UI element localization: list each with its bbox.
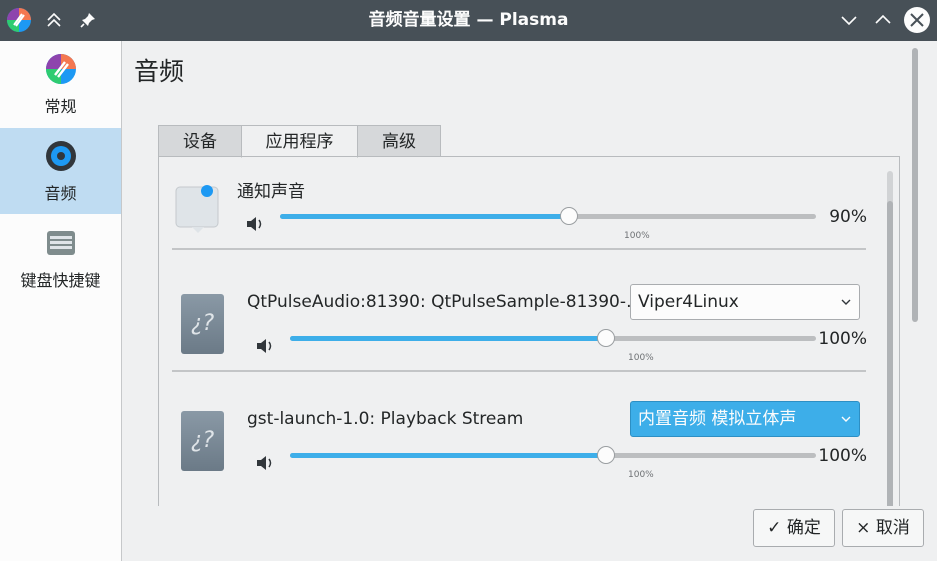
sidebar-item-label: 音频 [44,184,77,203]
sidebar: 常规 音频 键盘快捷键 [0,41,122,561]
sidebar-item-shortcuts[interactable]: 键盘快捷键 [0,215,121,301]
slider-fill [280,214,570,219]
tab-devices[interactable]: 设备 [158,125,242,157]
slider-handle[interactable] [560,207,579,225]
volume-slider[interactable] [290,445,816,465]
chevron-down-icon [841,299,851,305]
speaker-icon[interactable] [255,337,275,355]
stream-name: gst-launch-1.0: Playback Stream [247,409,524,429]
page-scrollbar[interactable] [912,48,918,322]
unknown-app-icon: ¿? [181,294,224,354]
slider-fill [290,453,606,458]
plasma-logo-icon [46,54,76,84]
slider-fill [290,336,606,341]
tab-advanced[interactable]: 高级 [357,125,441,157]
maximize-icon[interactable] [870,7,896,33]
slider-handle[interactable] [596,446,615,464]
scrollbar-thumb[interactable] [887,201,893,506]
selected-device: 内置音频 模拟立体声 [638,409,797,429]
cancel-button[interactable]: × 取消 [842,509,924,547]
tab-applications[interactable]: 应用程序 [241,125,358,158]
sidebar-item-label: 常规 [44,97,77,116]
ok-button[interactable]: ✓ 确定 [753,509,835,547]
keyboard-icon [47,231,75,255]
unknown-app-icon: ¿? [181,411,224,471]
audio-settings-icon [46,141,76,171]
sidebar-item-label: 键盘快捷键 [20,271,101,290]
selected-device: Viper4Linux [638,292,739,312]
volume-slider[interactable] [280,206,816,226]
hundred-percent-tick: 100% [628,353,654,363]
speaker-icon[interactable] [245,215,265,233]
row-divider [172,248,866,250]
stream-name: 通知声音 [237,182,305,202]
chevron-down-icon [841,416,851,422]
volume-percent: 100% [818,329,867,349]
hundred-percent-tick: 100% [624,231,650,241]
volume-percent: 100% [818,446,867,466]
stream-name: QtPulseAudio:81390: QtPulseSample-81390-… [247,292,643,312]
output-device-select[interactable]: 内置音频 模拟立体声 [630,401,860,437]
output-device-select[interactable]: Viper4Linux [630,284,860,320]
volume-percent: 90% [829,207,867,227]
speaker-icon[interactable] [255,454,275,472]
title-bar: 音频音量设置 — Plasma [0,0,937,41]
close-window-button[interactable] [904,7,930,33]
streams-scrollbar[interactable] [887,171,893,506]
volume-slider[interactable] [290,328,816,348]
slider-handle[interactable] [596,329,615,347]
streams-panel: 通知声音 100% 90% ¿? QtPulseAudio:81390: QtP… [158,156,900,506]
close-icon [910,13,924,27]
hundred-percent-tick: 100% [628,470,654,480]
notification-icon [175,185,219,233]
sidebar-item-general[interactable]: 常规 [0,41,121,127]
minimize-icon[interactable] [836,7,862,33]
row-divider [172,370,866,372]
sidebar-item-audio[interactable]: 音频 [0,128,121,214]
page-title: 音频 [134,57,185,86]
window-title: 音频音量设置 — Plasma [368,10,569,30]
